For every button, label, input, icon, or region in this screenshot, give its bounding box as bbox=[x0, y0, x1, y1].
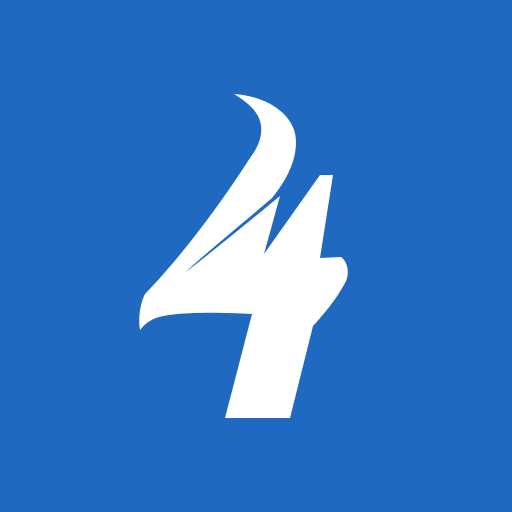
app-icon-tile: 4 bbox=[0, 0, 512, 512]
numeral-four-shape bbox=[139, 94, 348, 418]
numeral-four-logo-icon: 4 bbox=[139, 94, 348, 418]
